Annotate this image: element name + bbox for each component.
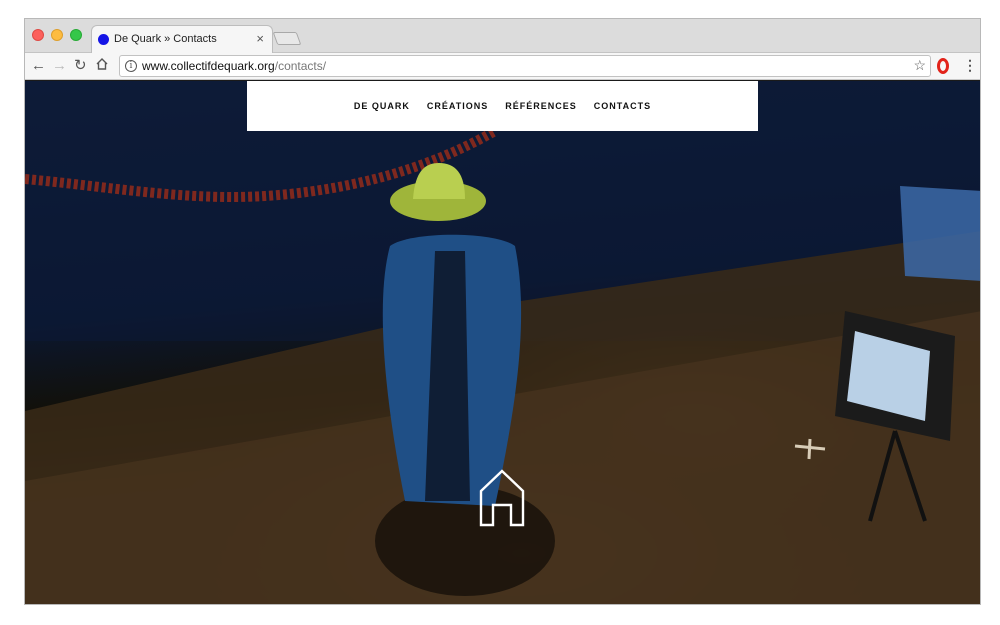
browser-window: De Quark » Contacts × ← → ↻ i www.collec… [24,18,981,605]
tab-title: De Quark » Contacts [114,33,217,45]
star-icon[interactable]: ☆ [913,57,926,74]
tab-close-button[interactable]: × [256,31,264,46]
site-navigation: DE QUARK CRÉATIONS RÉFÉRENCES CONTACTS [247,81,758,131]
browser-tab[interactable]: De Quark » Contacts × [91,25,273,54]
window-minimize-button[interactable] [51,29,63,41]
url-text: www.collectifdequark.org/contacts/ [142,59,326,73]
home-link[interactable] [479,469,525,527]
window-close-button[interactable] [32,29,44,41]
reload-icon[interactable]: ↻ [74,57,87,75]
opera-icon[interactable] [937,58,949,74]
info-icon[interactable]: i [125,60,137,72]
address-bar[interactable]: i www.collectifdequark.org/contacts/ ☆ [119,55,931,77]
nav-item-creations[interactable]: CRÉATIONS [427,101,488,111]
menu-icon[interactable]: ⋮ [963,57,977,74]
nav-item-contacts[interactable]: CONTACTS [594,101,651,111]
page-viewport: DE QUARK CRÉATIONS RÉFÉRENCES CONTACTS [25,81,980,604]
new-tab-button[interactable] [272,32,302,45]
tab-strip: De Quark » Contacts × [25,19,980,54]
favicon-icon [98,34,109,45]
home-icon [479,469,525,527]
forward-arrow-icon[interactable]: → [52,57,67,75]
home-icon [96,58,108,70]
nav-item-de-quark[interactable]: DE QUARK [354,101,410,111]
back-arrow-icon[interactable]: ← [31,57,46,75]
url-host: www.collectifdequark.org [142,59,275,73]
home-button[interactable] [95,57,109,76]
url-path: /contacts/ [274,59,327,73]
window-maximize-button[interactable] [70,29,82,41]
browser-toolbar: ← → ↻ i www.collectifdequark.org/contact… [25,53,980,80]
nav-item-references[interactable]: RÉFÉRENCES [505,101,577,111]
